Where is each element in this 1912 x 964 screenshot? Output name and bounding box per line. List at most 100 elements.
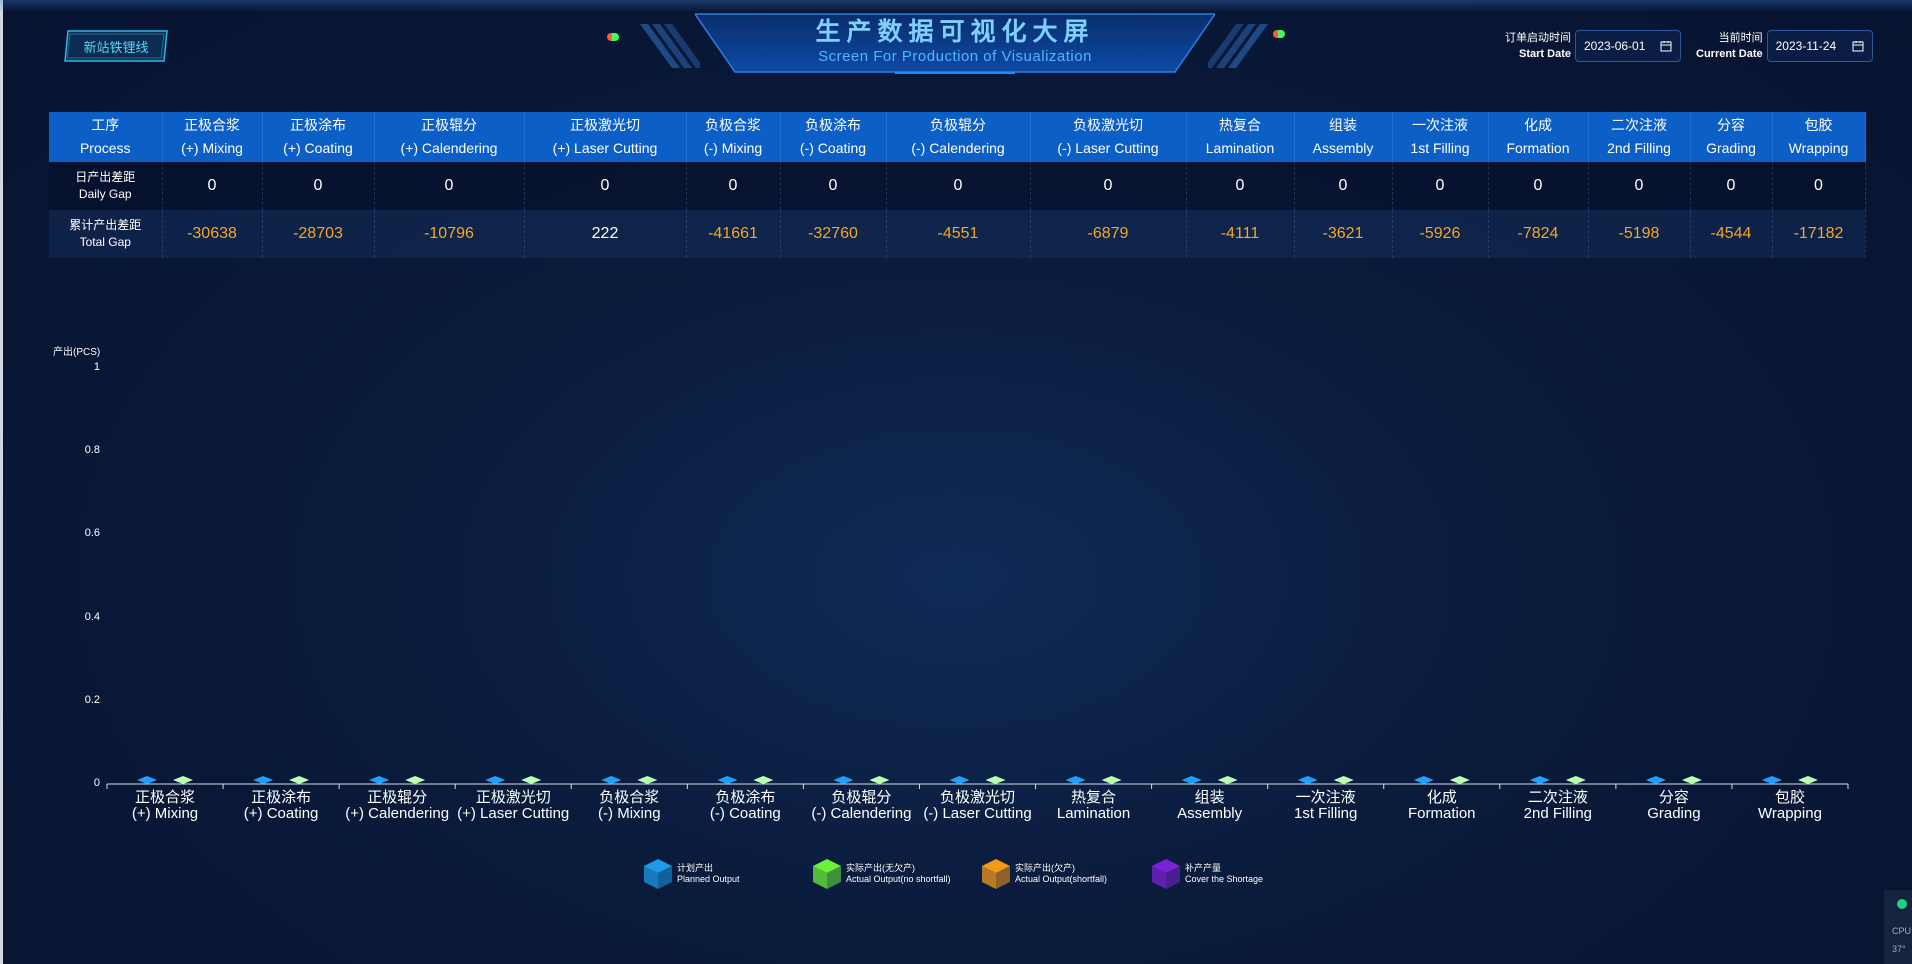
row-label-cn: 日产出差距	[75, 170, 136, 184]
col-cn: 热复合	[1219, 117, 1261, 133]
cpu-status-dot	[1897, 899, 1907, 909]
current-date-label-cn: 当前时间	[1718, 32, 1763, 44]
planned-output-bar	[601, 776, 622, 784]
actual-output-bar	[289, 776, 310, 784]
col-cn: 正极合浆	[184, 117, 240, 133]
purple-cube-icon	[1152, 859, 1180, 889]
x-tick-label-en: (+) Calendering	[345, 805, 450, 822]
col-cn: 正极激光切	[570, 117, 640, 133]
x-tick-label-cn: 负极涂布	[715, 789, 776, 806]
col-en: (-) Coating	[799, 140, 867, 156]
x-tick-label: 正极合浆 (+) Mixing	[107, 790, 223, 822]
planned-output-bar	[485, 776, 506, 784]
x-tick-label-en: (+) Laser Cutting	[457, 805, 570, 822]
table-cell: -17182	[1772, 210, 1866, 258]
col-cn: 负极辊分	[930, 117, 986, 133]
x-tick-label-en: (-) Laser Cutting	[923, 805, 1032, 822]
x-tick-label-cn: 正极合浆	[135, 789, 196, 806]
x-tick-label-en: (-) Mixing	[598, 805, 661, 822]
table-col-header: 负极辊分 (-) Calendering	[886, 112, 1031, 162]
window-edge	[0, 0, 3, 964]
x-tick-label: 化成 Formation	[1384, 790, 1500, 822]
cpu-label: CPU	[1892, 926, 1912, 936]
legend-label-en: Actual Output(no shortfall)	[846, 874, 951, 884]
x-tick-label-cn: 热复合	[1071, 789, 1117, 806]
table-cell: 222	[524, 210, 687, 258]
start-date-label-cn: 订单启动时间	[1505, 32, 1571, 44]
y-tick-label: 0.6	[84, 527, 100, 540]
planned-output-bar	[833, 776, 854, 784]
x-tick-label: 负极激光切 (-) Laser Cutting	[920, 790, 1036, 822]
x-tick-label: 包胶 Wrapping	[1732, 790, 1848, 822]
table-cell: 0	[524, 162, 687, 210]
planned-output-bar	[1065, 776, 1086, 784]
col-cn: 化成	[1524, 117, 1552, 133]
table-col-header: 一次注液 1st Filling	[1392, 112, 1489, 162]
x-tick-label: 负极辊分 (-) Calendering	[803, 790, 919, 822]
x-tick-label: 热复合 Lamination	[1036, 790, 1152, 822]
start-date-label-en: Start Date	[1519, 48, 1571, 60]
start-date-group: 订单启动时间 Start Date 2023-06-01	[1505, 30, 1681, 62]
table-row: 日产出差距 Daily Gap 0 0 0 0 0 0 0 0 0 0 0 0 0 0 0	[49, 162, 1866, 210]
actual-output-bar	[753, 776, 774, 784]
line-switch-button[interactable]: 新站铁锂线	[64, 30, 168, 62]
col-en: 2nd Filling	[1607, 140, 1671, 156]
table-cell: -4544	[1690, 210, 1773, 258]
actual-output-bar	[521, 776, 542, 784]
x-tick-label: 一次注液 1st Filling	[1268, 790, 1384, 822]
col-en: (+) Laser Cutting	[552, 140, 658, 156]
cpu-value: 37°	[1892, 944, 1906, 954]
actual-output-bar	[1101, 776, 1122, 784]
current-date-group: 当前时间 Current Date 2023-11-24	[1696, 30, 1873, 62]
start-date-label: 订单启动时间 Start Date	[1505, 30, 1571, 62]
page-subtitle: Screen For Production of Visualization	[818, 48, 1092, 65]
start-date-picker[interactable]: 2023-06-01	[1575, 30, 1681, 62]
y-tick-label: 0.2	[84, 693, 100, 706]
x-tick-label: 二次注液 2nd Filling	[1500, 790, 1616, 822]
calendar-icon	[1660, 41, 1672, 52]
y-tick-label: 0	[93, 777, 100, 789]
x-tick-label-cn: 化成	[1426, 789, 1457, 806]
table-col-header: 二次注液 2nd Filling	[1588, 112, 1691, 162]
table-cell: -10796	[374, 210, 525, 258]
x-tick-label-cn: 一次注液	[1295, 789, 1356, 806]
status-led-right	[1273, 30, 1285, 38]
x-tick-label-en: Assembly	[1177, 805, 1243, 822]
y-tick-label: 0.4	[84, 610, 100, 623]
table-cell: 0	[886, 162, 1031, 210]
actual-output-bar	[1449, 776, 1470, 784]
row-label: 日产出差距 Daily Gap	[49, 162, 163, 210]
x-tick-label-en: Formation	[1408, 805, 1476, 822]
row-label: 累计产出差距 Total Gap	[49, 210, 163, 258]
legend-item: 计划产出 Planned Output	[641, 857, 740, 891]
planned-output-bar	[253, 776, 274, 784]
current-date-picker[interactable]: 2023-11-24	[1766, 30, 1873, 62]
green-cube-icon	[813, 859, 841, 889]
header-process-en: Process	[79, 140, 131, 156]
legend-item: 实际产出(无欠产) Actual Output(no shortfall)	[810, 857, 951, 891]
table-body: 日产出差距 Daily Gap 0 0 0 0 0 0 0 0 0 0 0 0 0 0 0 累计产出差距 Total…	[49, 162, 1866, 258]
planned-output-bar	[1413, 776, 1434, 784]
table-cell: -32760	[780, 210, 887, 258]
col-en: Grading	[1706, 140, 1756, 156]
header: 生产数据可视化大屏 Screen For Production of Visua…	[0, 0, 1912, 80]
col-cn: 二次注液	[1611, 117, 1667, 133]
orange-cube-icon	[982, 859, 1010, 889]
x-tick-label-cn: 负极激光切	[939, 789, 1015, 806]
x-tick-label-cn: 负极合浆	[599, 789, 660, 806]
start-date-value: 2023-06-01	[1584, 39, 1646, 53]
table-col-header: 正极涂布 (+) Coating	[262, 112, 375, 162]
y-tick-label: 1	[93, 361, 100, 373]
table-col-header: 组装 Assembly	[1294, 112, 1393, 162]
table-cell: 0	[1690, 162, 1773, 210]
legend-label: 实际产出(欠产) Actual Output(shortfall)	[1015, 863, 1107, 885]
x-tick-label: 正极激光切 (+) Laser Cutting	[455, 790, 571, 822]
x-tick-label-cn: 二次注液	[1527, 789, 1588, 806]
y-axis-label: 产出(PCS)	[53, 347, 101, 358]
planned-output-bar	[949, 776, 970, 784]
table-cell: -7824	[1488, 210, 1589, 258]
col-en: 1st Filling	[1410, 140, 1470, 156]
table-cell: 0	[686, 162, 781, 210]
col-en: (-) Laser Cutting	[1057, 140, 1159, 156]
actual-output-bar	[405, 776, 426, 784]
